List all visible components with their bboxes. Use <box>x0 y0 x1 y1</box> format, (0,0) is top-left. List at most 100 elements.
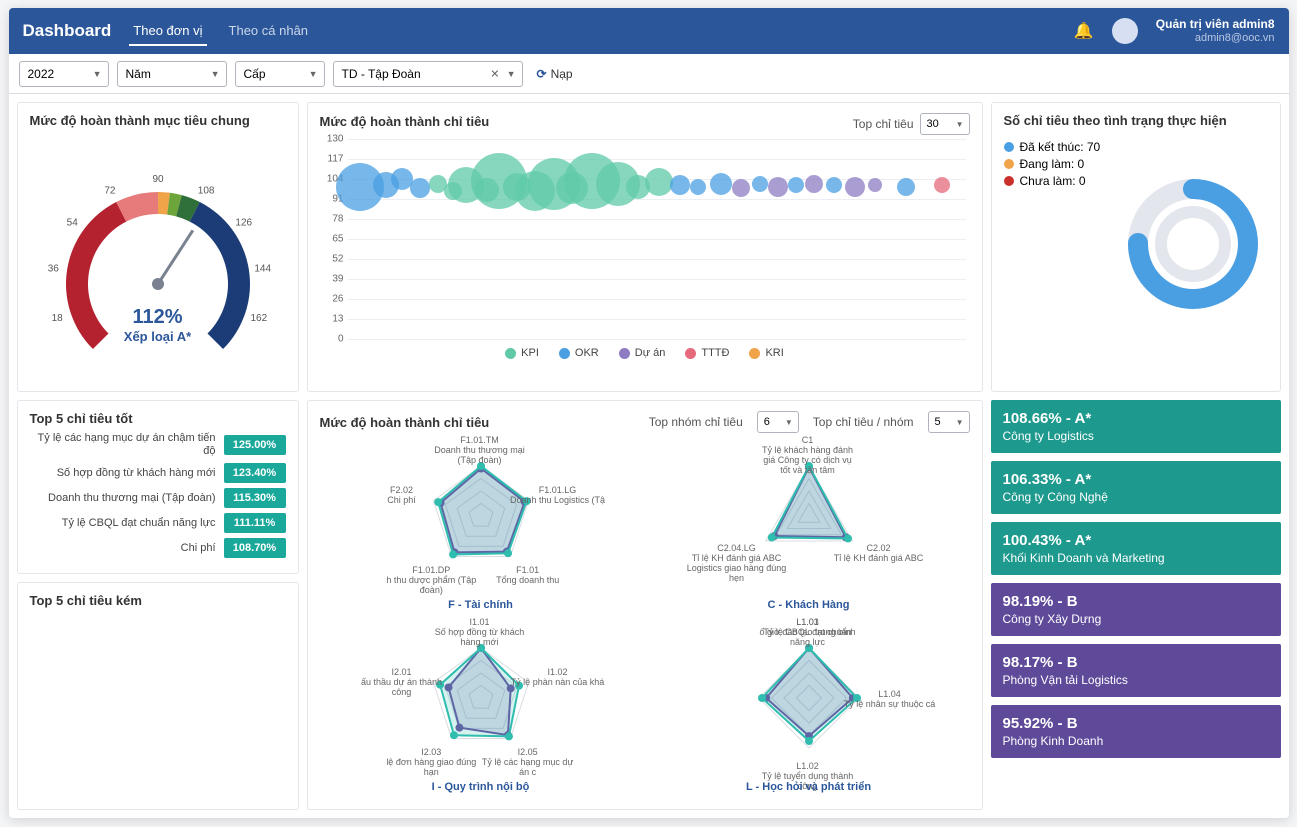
radar-subtitle: F - Tài chính <box>320 599 642 611</box>
svg-text:36: 36 <box>47 263 59 274</box>
donut-legend: Đã kết thúc: 70Đang làm: 0Chưa làm: 0 <box>1004 140 1114 324</box>
year-value: 2022 <box>28 67 55 81</box>
app-title: Dashboard <box>23 21 112 41</box>
bubble-card: Mức độ hoàn thành chỉ tiêu Top chỉ tiêu … <box>307 102 983 392</box>
bubble-point[interactable] <box>732 179 750 197</box>
bubble-chart: 013263952657891104117130 <box>348 139 966 339</box>
bubble-point[interactable] <box>826 177 842 193</box>
radar-axis-label: F1.01.LGDoanh thu Logistics (Tậ <box>507 486 607 506</box>
kpi-badge: 123.40% <box>224 463 286 483</box>
tab-individual[interactable]: Theo cá nhân <box>225 17 313 46</box>
bell-icon[interactable]: 🔔 <box>1074 21 1094 41</box>
bubble-point[interactable] <box>805 175 823 193</box>
radar-axis-label: F1.01.TMDoanh thu thương mại (Tập đoàn) <box>430 436 530 466</box>
svg-text:126: 126 <box>235 218 252 229</box>
top5-bad-card: Top 5 chỉ tiêu kém <box>17 582 299 810</box>
legend-item[interactable]: KPI <box>505 347 539 359</box>
rank-item[interactable]: 100.43% - A*Khối Kinh Doanh và Marketing <box>991 522 1281 575</box>
legend-item[interactable]: TTTĐ <box>685 347 729 359</box>
radar-chart: I1.01Số hợp đồng từ khách hàng mớiI1.02T… <box>320 619 642 795</box>
top-label: Top chỉ tiêu <box>853 117 914 131</box>
radar-axis-label: C1Tỷ lệ khách hàng đánh giá Công ty có d… <box>758 436 858 476</box>
chevron-down-icon: ▼ <box>956 418 964 427</box>
rank-item[interactable]: 98.19% - BCông ty Xây Dựng <box>991 583 1281 636</box>
radar-axis-label: F1.01.DPh thu dược phẩm (Tập đoàn) <box>381 566 481 596</box>
radar-group-select[interactable]: 6 ▼ <box>757 411 799 433</box>
bubble-point[interactable] <box>845 177 865 197</box>
rank-item[interactable]: 106.33% - A*Công ty Công Nghệ <box>991 461 1281 514</box>
svg-text:144: 144 <box>254 263 271 274</box>
kpi-badge: 108.70% <box>224 538 286 558</box>
app-window: Dashboard Theo đơn vị Theo cá nhân 🔔 Quả… <box>9 8 1289 818</box>
chevron-down-icon: ▼ <box>785 418 793 427</box>
period-select[interactable]: Năm ▼ <box>117 61 227 87</box>
gauge-title: Mức độ hoàn thành mục tiêu chung <box>30 113 286 128</box>
chevron-down-icon: ▼ <box>956 120 964 129</box>
unit-select[interactable]: TD - Tập Đoàn ✕ ▼ <box>333 61 523 87</box>
top-select[interactable]: 30 ▼ <box>920 113 970 135</box>
legend-item[interactable]: OKR <box>559 347 599 359</box>
bubble-point[interactable] <box>645 168 673 196</box>
radar-axis-label: F2.02Chi phí <box>352 486 452 506</box>
radar-axis-label: C2.02Tỉ lệ KH đánh giá ABC <box>829 544 929 564</box>
chevron-down-icon: ▼ <box>507 69 516 79</box>
rank-list: 108.66% - A*Công ty Logistics 106.33% - A… <box>991 400 1281 810</box>
year-select[interactable]: 2022 ▼ <box>19 61 109 87</box>
rank-item[interactable]: 108.66% - A*Công ty Logistics <box>991 400 1281 453</box>
refresh-icon: ⟳ <box>537 67 547 81</box>
svg-text:108: 108 <box>197 186 214 197</box>
radar-grid: F1.01.TMDoanh thu thương mại (Tập đoàn) F… <box>320 437 970 795</box>
rank-item[interactable]: 98.17% - BPhòng Vận tải Logistics <box>991 644 1281 697</box>
radar-axis-label: L1.04Tỷ lệ nhân sự thuộc cá <box>840 690 940 710</box>
top5-row: Tỷ lệ CBQL đạt chuẩn năng lực111.11% <box>30 513 286 533</box>
top5-row: Chi phí108.70% <box>30 538 286 558</box>
tab-unit[interactable]: Theo đơn vị <box>129 17 206 46</box>
donut-legend-item: Đã kết thúc: 70 <box>1004 140 1114 154</box>
donut-card: Số chỉ tiêu theo tình trạng thực hiện Đã… <box>991 102 1281 392</box>
clear-icon[interactable]: ✕ <box>490 67 499 80</box>
legend-item[interactable]: Dự án <box>619 347 666 359</box>
avatar[interactable] <box>1112 18 1138 44</box>
bubble-point[interactable] <box>897 178 915 196</box>
top5-good-card: Top 5 chỉ tiêu tốt Tỷ lệ các hạng mục dự… <box>17 400 299 574</box>
refresh-button[interactable]: ⟳ Nạp <box>531 63 579 85</box>
kpi-badge: 125.00% <box>224 435 286 455</box>
content-grid: Mức độ hoàn thành mục tiêu chung 0183654… <box>9 94 1289 818</box>
bubble-point[interactable] <box>690 179 706 195</box>
unit-value: TD - Tập Đoàn <box>342 67 421 81</box>
radar-group-label: Top nhóm chỉ tiêu <box>649 415 743 429</box>
bubble-legend: KPI OKR Dự án TTTĐ KRI <box>320 347 970 359</box>
donut-chart <box>1118 134 1268 324</box>
svg-text:18: 18 <box>51 313 63 324</box>
radar-chart: F1.01.TMDoanh thu thương mại (Tập đoàn) F… <box>320 437 642 613</box>
header-bar: Dashboard Theo đơn vị Theo cá nhân 🔔 Quả… <box>9 8 1289 54</box>
radar-subtitle: I - Quy trình nội bộ <box>320 781 642 793</box>
bubble-point[interactable] <box>788 177 804 193</box>
level-select[interactable]: Cấp ▼ <box>235 61 325 87</box>
bubble-point[interactable] <box>670 175 690 195</box>
legend-item[interactable]: KRI <box>749 347 783 359</box>
bubble-point[interactable] <box>710 173 732 195</box>
top5-bad-title: Top 5 chỉ tiêu kém <box>30 593 286 608</box>
period-value: Năm <box>126 67 151 81</box>
donut-legend-item: Đang làm: 0 <box>1004 157 1114 171</box>
radar-subtitle: L - Học hỏi và phát triển <box>648 781 970 793</box>
left-column: Top 5 chỉ tiêu tốt Tỷ lệ các hạng mục dự… <box>17 400 299 810</box>
gauge-grade: Xếp loại A* <box>30 329 286 344</box>
radar-axis-label: I2.03lệ đơn hàng giao đúng hạn <box>381 748 481 778</box>
bubble-point[interactable] <box>410 178 430 198</box>
refresh-label: Nạp <box>551 67 573 81</box>
rank-item[interactable]: 95.92% - BPhòng Kinh Doanh <box>991 705 1281 758</box>
radar-card: Mức độ hoàn thành chỉ tiêu Top nhóm chỉ … <box>307 400 983 810</box>
kpi-badge: 111.11% <box>224 513 286 533</box>
level-value: Cấp <box>244 67 266 81</box>
svg-text:162: 162 <box>250 313 267 324</box>
bubble-point[interactable] <box>768 177 788 197</box>
bubble-title: Mức độ hoàn thành chỉ tiêu <box>320 114 490 129</box>
bubble-point[interactable] <box>868 178 882 192</box>
radar-axis-label: C2.04.LGTỉ lệ KH đánh giá ABC Logistics … <box>687 544 787 584</box>
bubble-point[interactable] <box>752 176 768 192</box>
radar-chart: L1.01Tỷ lệ CBQL đạt chuẩn năng lựcL1.04T… <box>648 619 970 795</box>
radar-per-select[interactable]: 5 ▼ <box>928 411 970 433</box>
bubble-point[interactable] <box>934 177 950 193</box>
